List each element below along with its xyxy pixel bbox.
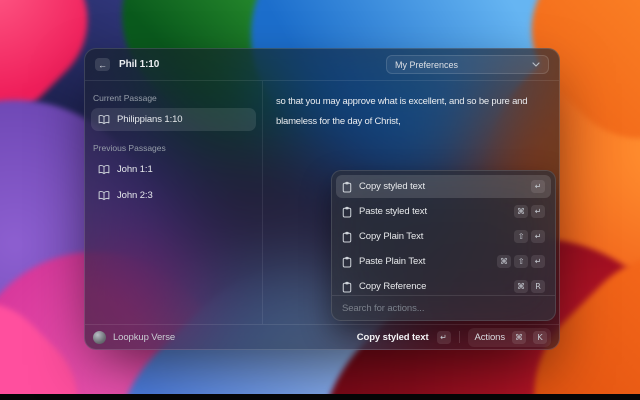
key-k: K	[533, 331, 547, 344]
action-label: Paste Plain Text	[359, 256, 425, 267]
verse-text: so that you may approve what is excellen…	[276, 92, 546, 132]
sidebar-item-label: John 2:3	[117, 190, 153, 201]
key-command: ⌘	[512, 331, 526, 344]
action-paste-styled-text[interactable]: Paste styled text ⌘ ↵	[336, 200, 551, 223]
key-command: ⌘	[514, 280, 528, 293]
screen-bottom-edge	[0, 394, 640, 400]
key-r: R	[531, 280, 545, 293]
status-bar: Loopkup Verse Copy styled text ↵ Actions…	[85, 324, 559, 349]
action-copy-plain-text[interactable]: Copy Plain Text ⇧ ↵	[336, 225, 551, 248]
key-return: ↵	[531, 180, 545, 193]
preferences-dropdown-label: My Preferences	[395, 60, 458, 70]
clipboard-icon	[342, 256, 352, 268]
action-label: Copy Plain Text	[359, 231, 423, 242]
open-book-icon	[98, 114, 110, 125]
section-label-previous-passages: Previous Passages	[93, 143, 254, 153]
sidebar-item-philippians-1-10[interactable]: Philippians 1:10	[91, 108, 256, 131]
key-return: ↵	[437, 331, 451, 344]
action-paste-plain-text[interactable]: Paste Plain Text ⌘ ⇧ ↵	[336, 250, 551, 273]
action-label: Copy styled text	[359, 181, 425, 192]
actions-menu-button[interactable]: Actions ⌘ K	[468, 328, 551, 347]
launcher-window: ← Phil 1:10 My Preferences Current Passa…	[84, 48, 560, 350]
actions-list: Copy styled text ↵ Paste styled text ⌘ ↵	[332, 171, 555, 295]
section-label-current-passage: Current Passage	[93, 93, 254, 103]
action-copy-styled-text[interactable]: Copy styled text ↵	[336, 175, 551, 198]
sidebar-item-label: Philippians 1:10	[117, 114, 182, 125]
shortcut-badges: ↵	[528, 180, 545, 193]
extension-name: Loopkup Verse	[113, 332, 175, 343]
key-return: ↵	[531, 230, 545, 243]
chevron-down-icon	[532, 62, 540, 67]
action-copy-reference[interactable]: Copy Reference ⌘ R	[336, 275, 551, 295]
passage-sidebar: Current Passage Philippians 1:10 Previou…	[85, 81, 263, 324]
key-shift: ⇧	[514, 230, 528, 243]
clipboard-icon	[342, 281, 352, 293]
shortcut-badges: ⌘ ⇧ ↵	[494, 255, 545, 268]
actions-search-input[interactable]	[342, 303, 545, 314]
window-header: ← Phil 1:10 My Preferences	[85, 49, 559, 81]
extension-logo-icon	[93, 331, 106, 344]
open-book-icon	[98, 190, 110, 201]
sidebar-item-john-2-3[interactable]: John 2:3	[91, 184, 256, 207]
sidebar-item-john-1-1[interactable]: John 1:1	[91, 158, 256, 181]
actions-menu-label: Actions	[475, 332, 505, 343]
key-shift: ⇧	[514, 255, 528, 268]
action-label: Paste styled text	[359, 206, 427, 217]
key-return: ↵	[531, 205, 545, 218]
page-title: Phil 1:10	[119, 59, 159, 70]
key-command: ⌘	[514, 205, 528, 218]
shortcut-badges: ⌘ ↵	[511, 205, 545, 218]
preferences-dropdown[interactable]: My Preferences	[386, 55, 549, 74]
status-divider	[459, 331, 460, 343]
action-label: Copy Reference	[359, 281, 426, 292]
shortcut-badges: ⌘ R	[511, 280, 545, 293]
primary-action-button[interactable]: Copy styled text	[357, 332, 429, 343]
actions-popup: Copy styled text ↵ Paste styled text ⌘ ↵	[331, 170, 556, 321]
clipboard-icon	[342, 206, 352, 218]
clipboard-icon	[342, 231, 352, 243]
back-button[interactable]: ←	[95, 58, 110, 71]
key-return: ↵	[531, 255, 545, 268]
key-command: ⌘	[497, 255, 511, 268]
actions-search-container	[332, 295, 555, 320]
arrow-left-icon: ←	[98, 60, 107, 70]
shortcut-badges: ⇧ ↵	[511, 230, 545, 243]
sidebar-item-label: John 1:1	[117, 164, 153, 175]
clipboard-icon	[342, 181, 352, 193]
status-bar-right: Copy styled text ↵ Actions ⌘ K	[357, 328, 551, 347]
open-book-icon	[98, 164, 110, 175]
